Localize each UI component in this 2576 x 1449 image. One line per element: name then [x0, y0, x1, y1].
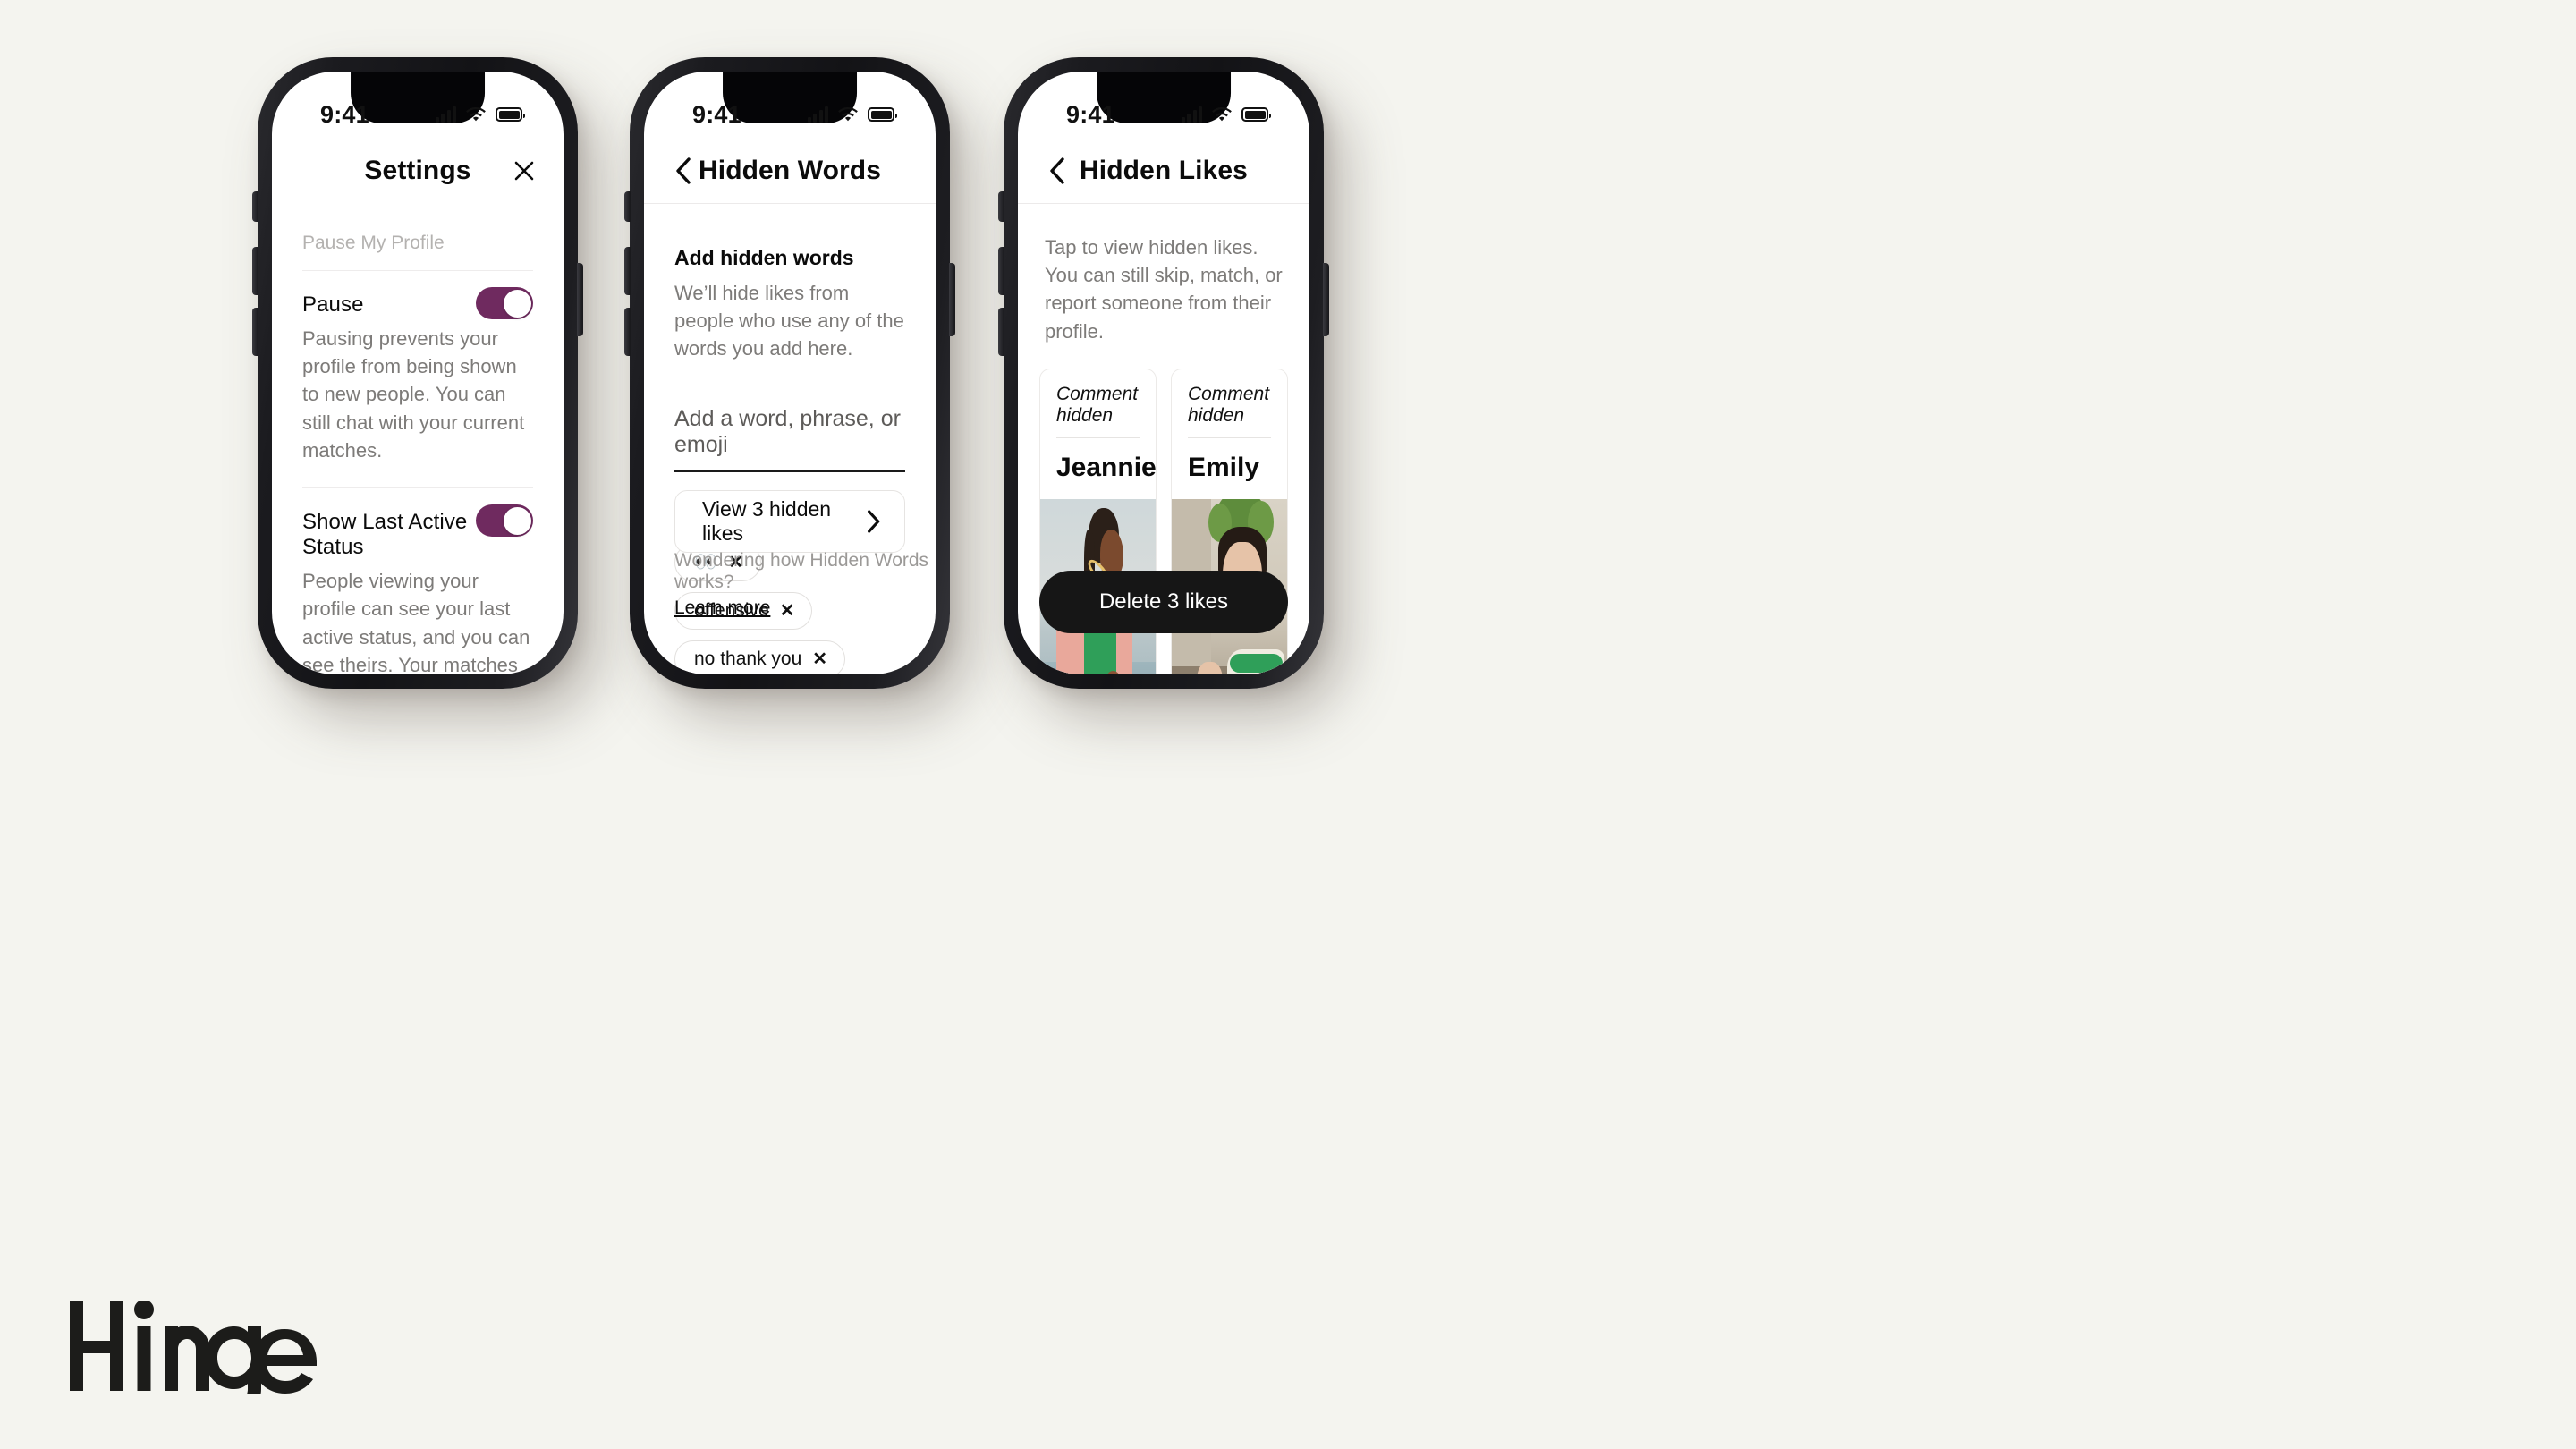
- pause-toggle[interactable]: [476, 287, 533, 319]
- learn-more-link[interactable]: Learn more: [674, 597, 936, 619]
- comment-hidden-label: Comment hidden: [1056, 383, 1139, 426]
- add-word-placeholder: Add a word, phrase, or emoji: [674, 405, 901, 457]
- phone-screen-settings: 9:41 Settings Pause My Profile Pause Pau…: [272, 72, 564, 674]
- hidden-words-nav-bar: Hidden Words: [644, 138, 936, 204]
- profile-name: Jeannie: [1056, 452, 1157, 482]
- settings-row-show-last-active-status[interactable]: Show Last Active Status People viewing y…: [302, 488, 533, 674]
- volume-down-button[interactable]: [252, 308, 258, 356]
- mute-switch[interactable]: [624, 191, 631, 222]
- mute-switch[interactable]: [998, 191, 1004, 222]
- volume-down-button[interactable]: [624, 308, 631, 356]
- settings-nav-bar: Settings: [272, 138, 564, 204]
- hidden-likes-intro: Tap to view hidden likes. You can still …: [1045, 236, 1283, 343]
- profile-name: Emily: [1188, 452, 1260, 482]
- close-icon[interactable]: ✕: [812, 650, 827, 668]
- status-bar: 9:41: [1018, 72, 1309, 138]
- cellular-bars-icon: [807, 106, 828, 123]
- wifi-icon: [466, 106, 486, 121]
- volume-down-button[interactable]: [998, 308, 1004, 356]
- row-subtitle: People viewing your profile can see your…: [302, 570, 530, 674]
- power-button[interactable]: [577, 263, 583, 336]
- show-last-active-status-toggle[interactable]: [476, 504, 533, 538]
- status-time: 9:41: [320, 100, 369, 128]
- battery-full-icon: [496, 107, 525, 122]
- delete-likes-label: Delete 3 likes: [1098, 589, 1229, 614]
- volume-up-button[interactable]: [624, 247, 631, 295]
- view-hidden-likes-button[interactable]: View 3 hidden likes: [674, 490, 905, 553]
- canvas: 9:41 Settings Pause My Profile Pause Pau…: [0, 0, 2576, 1449]
- group-label-pause-my-profile: Pause My Profile: [302, 233, 445, 253]
- status-bar: 9:41: [272, 72, 564, 138]
- page-title: Hidden Likes: [1080, 155, 1248, 185]
- status-time: 9:41: [1066, 100, 1115, 128]
- volume-up-button[interactable]: [252, 247, 258, 295]
- hinge-wordmark-icon: [70, 1300, 317, 1413]
- chevron-left-icon: [676, 157, 691, 184]
- add-word-input[interactable]: Add a word, phrase, or emoji: [674, 406, 905, 472]
- phone-hidden-likes: 9:41 Hidden Likes Tap to view hidden lik…: [998, 57, 1329, 689]
- comment-hidden-label: Comment hidden: [1188, 383, 1270, 426]
- chevron-right-icon: [867, 510, 879, 533]
- status-time: 9:41: [692, 100, 741, 128]
- power-button[interactable]: [1323, 263, 1329, 336]
- close-icon: [514, 161, 534, 181]
- battery-full-icon: [1241, 107, 1271, 122]
- hidden-likes-nav-bar: Hidden Likes: [1018, 138, 1309, 204]
- toggle-knob: [503, 506, 531, 535]
- close-button[interactable]: [504, 151, 544, 191]
- wifi-icon: [838, 106, 858, 121]
- chevron-left-icon: [1050, 157, 1064, 184]
- section-subtitle: We’ll hide likes from people who use any…: [674, 282, 904, 360]
- phone-screen-hidden-words: 9:41 Hidden Words Add hidden words We’ll…: [644, 72, 936, 674]
- footnote-question: Wondering how Hidden Words works?: [674, 550, 929, 592]
- settings-row-pause[interactable]: Pause Pausing prevents your profile from…: [302, 271, 533, 487]
- back-button[interactable]: [1038, 151, 1077, 191]
- phone-screen-hidden-likes: 9:41 Hidden Likes Tap to view hidden lik…: [1018, 72, 1309, 674]
- cellular-bars-icon: [1181, 106, 1202, 123]
- settings-list: Pause My Profile Pause Pausing prevents …: [272, 204, 564, 674]
- page-title: Settings: [364, 156, 471, 185]
- volume-up-button[interactable]: [998, 247, 1004, 295]
- phone-hidden-words: 9:41 Hidden Words Add hidden words We’ll…: [624, 57, 955, 689]
- hidden-words-body: Add hidden words We’ll hide likes from p…: [644, 205, 936, 674]
- battery-full-icon: [868, 107, 897, 122]
- cellular-bars-icon: [435, 106, 456, 123]
- phone-settings: 9:41 Settings Pause My Profile Pause Pau…: [252, 57, 583, 689]
- mute-switch[interactable]: [252, 191, 258, 222]
- chip-label: no thank you: [694, 648, 802, 669]
- back-button[interactable]: [664, 151, 703, 191]
- wifi-icon: [1212, 106, 1232, 121]
- hidden-likes-body: Tap to view hidden likes. You can still …: [1018, 205, 1309, 674]
- row-subtitle: Pausing prevents your profile from being…: [302, 327, 525, 462]
- page-title: Hidden Words: [699, 155, 881, 185]
- power-button[interactable]: [949, 263, 955, 336]
- delete-likes-button[interactable]: Delete 3 likes: [1039, 571, 1288, 633]
- section-title: Add hidden words: [674, 246, 854, 269]
- hidden-words-footnote: Wondering how Hidden Words works? Learn …: [674, 550, 936, 619]
- hidden-word-chip[interactable]: no thank you ✕: [674, 640, 846, 674]
- hinge-logo: [70, 1300, 349, 1413]
- toggle-knob: [503, 289, 531, 318]
- status-bar: 9:41: [644, 72, 936, 138]
- view-hidden-likes-label: View 3 hidden likes: [702, 497, 832, 545]
